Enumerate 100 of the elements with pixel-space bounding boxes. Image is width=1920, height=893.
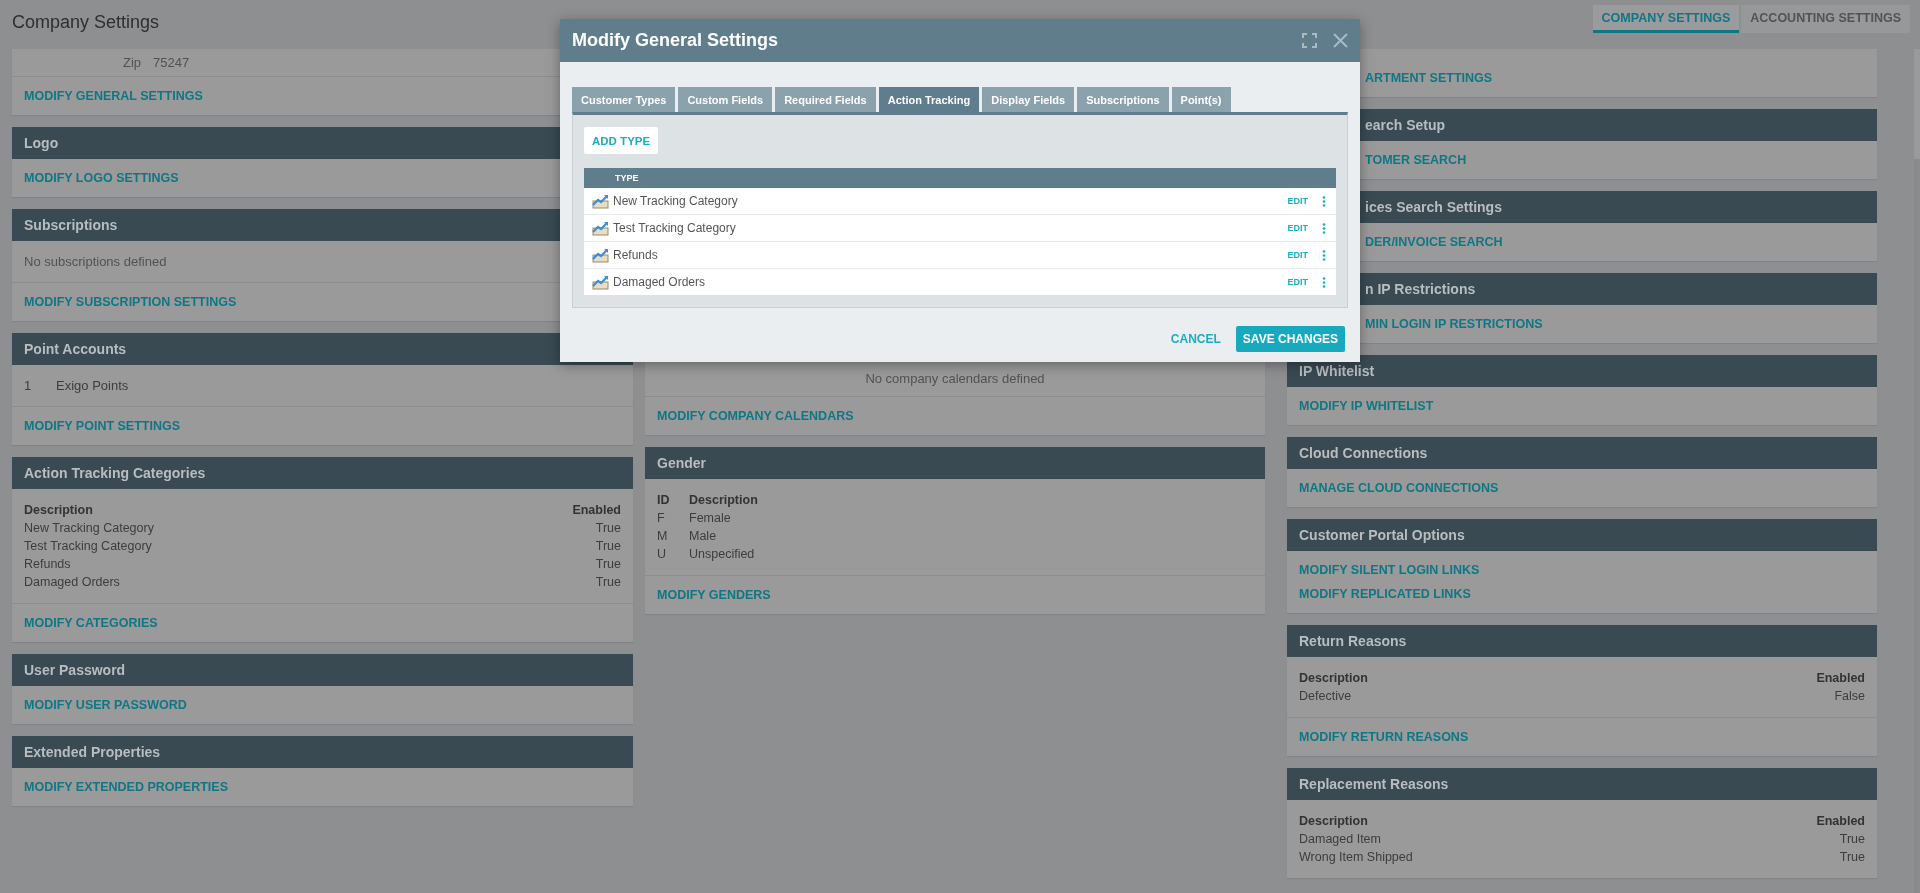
table-cell-text: False: [1834, 688, 1865, 705]
card-title: Extended Properties: [24, 744, 161, 760]
table-cell-text: True: [1839, 831, 1865, 848]
card-title: earch Setup: [1365, 117, 1446, 133]
row-text: Exigo Points: [56, 378, 129, 393]
table-cell-text: Defective: [1299, 688, 1352, 705]
page-title: Company Settings: [12, 12, 160, 33]
close-icon[interactable]: [1333, 33, 1348, 48]
link[interactable]: MODIFY CATEGORIES: [24, 616, 158, 630]
card-title: n IP Restrictions: [1365, 281, 1476, 297]
cancel-button[interactable]: CANCEL: [1163, 326, 1228, 352]
table-cell-text: M: [657, 528, 669, 545]
column-header: Description: [1299, 813, 1368, 830]
tab[interactable]: COMPANY SETTINGS: [1592, 4, 1740, 33]
table-cell-text: Refunds: [613, 248, 659, 262]
card-title: Logo: [24, 135, 59, 151]
table-cell-text: True: [595, 556, 621, 573]
card-title: Action Tracking Categories: [24, 465, 206, 481]
table-cell-text: Test Tracking Category: [613, 221, 737, 235]
link[interactable]: TOMER SEARCH: [1365, 153, 1467, 167]
link[interactable]: MIN LOGIN IP RESTRICTIONS: [1365, 317, 1543, 331]
table-cell-text: Refunds: [24, 556, 71, 573]
card-title: ices Search Settings: [1365, 199, 1502, 215]
edit-link[interactable]: EDIT: [1287, 250, 1308, 260]
card-title: Return Reasons: [1299, 633, 1407, 649]
link[interactable]: MODIFY IP WHITELIST: [1299, 399, 1434, 413]
card-title: Customer Portal Options: [1299, 527, 1465, 543]
edit-link[interactable]: EDIT: [1287, 277, 1308, 287]
column-header: Description: [689, 492, 758, 509]
table-cell-text: True: [595, 520, 621, 537]
link[interactable]: MODIFY GENDERS: [657, 588, 771, 602]
table-cell-text: New Tracking Category: [24, 520, 154, 537]
link[interactable]: MODIFY RETURN REASONS: [1299, 730, 1469, 744]
table-cell-text: New Tracking Category: [613, 194, 739, 208]
tab[interactable]: Display Fields: [982, 87, 1075, 112]
table-cell-text: Female: [689, 510, 731, 527]
table-cell-text: True: [1839, 849, 1865, 866]
field-value: 75247: [153, 55, 190, 70]
column-header: Description: [24, 502, 93, 519]
link[interactable]: MODIFY EXTENDED PROPERTIES: [24, 780, 228, 794]
card-title: Subscriptions: [24, 217, 118, 233]
card-title: Cloud Connections: [1299, 445, 1428, 461]
link[interactable]: MODIFY POINT SETTINGS: [24, 419, 181, 433]
chart-icon: [592, 220, 609, 236]
table-cell-text: Damaged Orders: [613, 275, 707, 289]
tab[interactable]: Custom Fields: [678, 87, 773, 112]
kebab-menu-icon[interactable]: [1322, 222, 1326, 234]
table-cell-text: True: [595, 538, 621, 555]
column-header: Enabled: [1816, 670, 1865, 687]
card-title: Point Accounts: [24, 341, 127, 357]
link[interactable]: MANAGE CLOUD CONNECTIONS: [1299, 481, 1499, 495]
link[interactable]: MODIFY GENERAL SETTINGS: [24, 89, 203, 103]
maximize-icon[interactable]: [1302, 33, 1317, 48]
column-header: Enabled: [1816, 813, 1865, 830]
edit-link[interactable]: EDIT: [1287, 196, 1308, 206]
card-title: Replacement Reasons: [1299, 776, 1449, 792]
column-header: Description: [1299, 670, 1368, 687]
table-cell-text: True: [595, 574, 621, 591]
link[interactable]: MODIFY SUBSCRIPTION SETTINGS: [24, 295, 237, 309]
empty-note: No subscriptions defined: [24, 254, 167, 269]
kebab-menu-icon[interactable]: [1322, 276, 1326, 288]
table-cell-text: Wrong Item Shipped: [1299, 849, 1413, 866]
table-cell-text: Test Tracking Category: [24, 538, 152, 555]
save-button[interactable]: SAVE CHANGES: [1235, 326, 1345, 352]
link[interactable]: MODIFY LOGO SETTINGS: [24, 171, 179, 185]
chart-icon: [592, 274, 609, 290]
card-title: User Password: [24, 662, 126, 678]
column-header: Enabled: [572, 502, 621, 519]
link[interactable]: MODIFY REPLICATED LINKS: [1299, 587, 1471, 601]
table-cell-text: Male: [689, 528, 717, 545]
tab[interactable]: Customer Types: [572, 87, 676, 112]
kebab-menu-icon[interactable]: [1322, 195, 1326, 207]
row-number: 1: [24, 378, 33, 393]
add-type-button[interactable]: ADD TYPE: [584, 127, 659, 154]
tab[interactable]: Action Tracking: [878, 87, 980, 112]
empty-note: No company calendars defined: [865, 371, 1045, 386]
link[interactable]: MODIFY COMPANY CALENDARS: [657, 409, 854, 423]
table-cell-text: U: [657, 546, 668, 563]
tab[interactable]: Point(s): [1171, 87, 1231, 112]
link[interactable]: MODIFY USER PASSWORD: [24, 698, 187, 712]
table-cell-text: Damaged Item: [1299, 831, 1381, 848]
dialog-title: Modify General Settings: [572, 30, 780, 51]
link[interactable]: MODIFY SILENT LOGIN LINKS: [1299, 563, 1480, 577]
table-cell-text: F: [657, 510, 666, 527]
table-cell-text: Unspecified: [689, 546, 755, 563]
tab[interactable]: ACCOUNTING SETTINGS: [1741, 4, 1910, 33]
field-label: Zip: [121, 55, 141, 70]
tab[interactable]: Subscriptions: [1077, 87, 1169, 112]
table-cell-text: Damaged Orders: [24, 574, 120, 591]
chart-icon: [592, 247, 609, 263]
kebab-menu-icon[interactable]: [1322, 249, 1326, 261]
chart-icon: [592, 193, 609, 209]
link[interactable]: ARTMENT SETTINGS: [1365, 71, 1493, 85]
edit-link[interactable]: EDIT: [1287, 223, 1308, 233]
tab[interactable]: Required Fields: [775, 87, 876, 112]
column-header: TYPE: [615, 173, 639, 183]
link[interactable]: DER/INVOICE SEARCH: [1365, 235, 1503, 249]
column-header: ID: [657, 492, 671, 509]
card-title: IP Whitelist: [1299, 363, 1375, 379]
card-title: Gender: [657, 455, 706, 471]
